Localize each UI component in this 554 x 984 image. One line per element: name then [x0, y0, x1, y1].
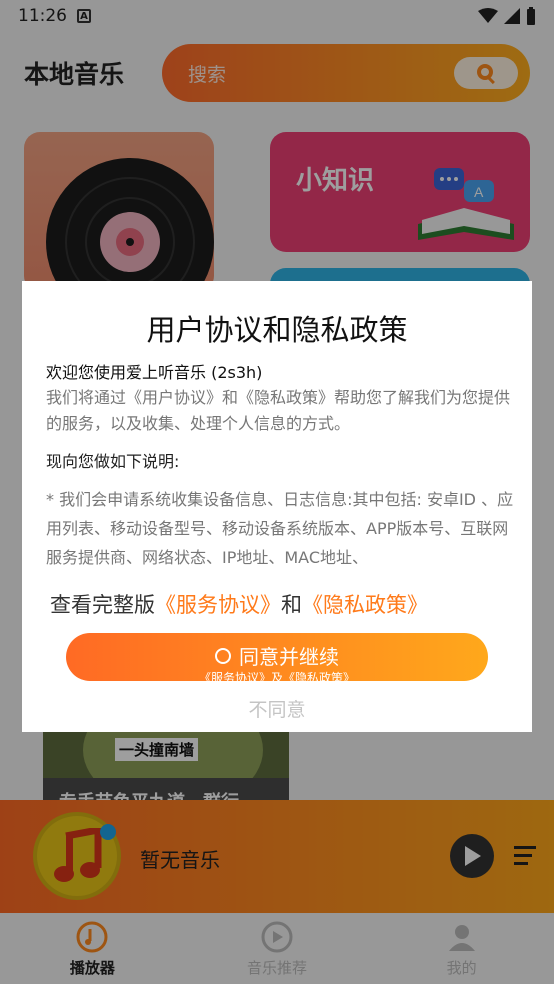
dialog-title: 用户协议和隐私政策 [146, 313, 408, 347]
disagree-button[interactable]: 不同意 [22, 695, 532, 722]
links-and: 和 [281, 593, 302, 617]
privacy-policy-link[interactable]: 《隐私政策》 [302, 593, 428, 617]
welcome-text: 欢迎您使用爱上听音乐 (2s3h) [46, 363, 263, 382]
links-prefix: 查看完整版 [50, 593, 155, 617]
agree-label: 同意并继续 [239, 645, 339, 669]
intro-text: 我们将通过《用户协议》和《隐私政策》帮助您了解我们为您提供的服务，以及收集、处理… [46, 388, 511, 433]
agree-row: 同意并继续 [66, 641, 488, 670]
checkbox-circle-icon[interactable] [215, 647, 231, 664]
agree-sub-label: 《服务协议》及《隐私政策》 [198, 671, 355, 681]
policy-links: 查看完整版《服务协议》和《隐私政策》 [50, 589, 428, 619]
section-heading: 现向您做如下说明: [46, 452, 180, 471]
bullet-text: * 我们会申请系统收集设备信息、日志信息:其中包括: 安卓ID 、应用列表、移动… [46, 490, 514, 567]
privacy-dialog: 用户协议和隐私政策 欢迎您使用爱上听音乐 (2s3h) 我们将通过《用户协议》和… [22, 281, 532, 732]
agree-button[interactable]: 同意并继续 《服务协议》及《隐私政策》 [66, 633, 488, 681]
service-agreement-link[interactable]: 《服务协议》 [155, 593, 281, 617]
